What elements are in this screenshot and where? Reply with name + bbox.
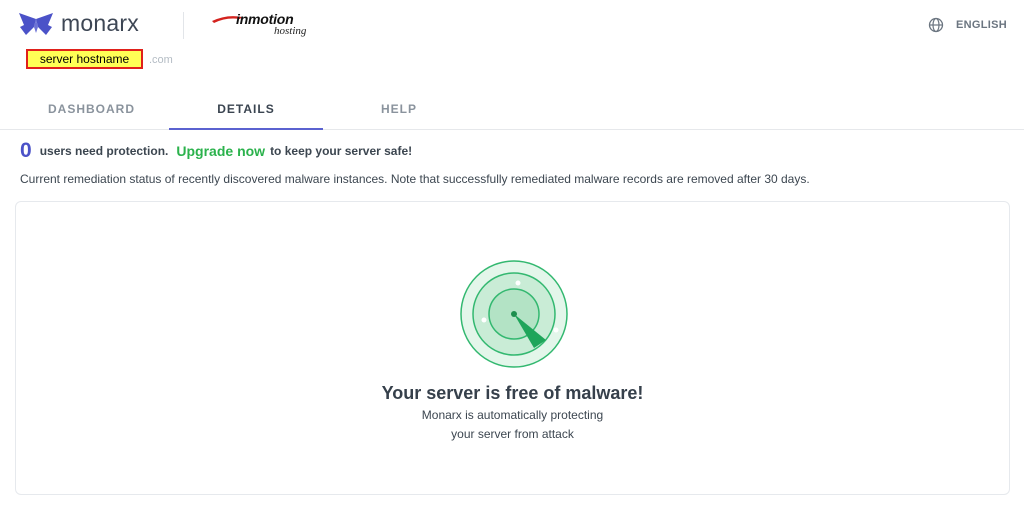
- header: monarx inmotion hosting .com server host…: [0, 0, 1024, 90]
- protection-text: users need protection.: [39, 144, 169, 158]
- host-suffix: .com: [149, 54, 173, 66]
- globe-icon: [928, 17, 944, 33]
- status-line-2: your server from attack: [451, 427, 574, 441]
- language-label: ENGLISH: [956, 19, 1007, 31]
- remediation-description: Current remediation status of recently d…: [20, 172, 810, 186]
- monarx-logo[interactable]: monarx: [16, 10, 139, 37]
- protection-notice: 0 users need protection. Upgrade now to …: [20, 139, 412, 163]
- protection-suffix: to keep your server safe!: [270, 144, 413, 158]
- upgrade-now-link[interactable]: Upgrade now: [176, 143, 265, 159]
- brand-name: monarx: [61, 10, 139, 36]
- server-hostname-label: server hostname: [26, 49, 143, 69]
- tab-details[interactable]: DETAILS: [169, 98, 323, 130]
- status-title: Your server is free of malware!: [381, 383, 644, 403]
- status-line-1: Monarx is automatically protecting: [421, 408, 604, 422]
- partner-sub: hosting: [274, 25, 307, 37]
- header-divider: [183, 12, 184, 39]
- status-subtitle: Monarx is automatically protecting your …: [16, 406, 1009, 444]
- radar-icon: [460, 260, 568, 368]
- unprotected-users-count: 0: [20, 139, 32, 162]
- host-line: .com server hostname: [19, 49, 189, 71]
- tab-dashboard[interactable]: DASHBOARD: [48, 98, 134, 128]
- butterfly-icon: [19, 12, 53, 35]
- language-selector[interactable]: ENGLISH: [928, 17, 1007, 33]
- malware-status-card: Your server is free of malware! Monarx i…: [15, 201, 1010, 495]
- tab-help[interactable]: HELP: [380, 98, 418, 128]
- tab-bar: DASHBOARD DETAILS HELP: [0, 98, 1024, 130]
- inmotion-logo: inmotion hosting: [212, 10, 322, 42]
